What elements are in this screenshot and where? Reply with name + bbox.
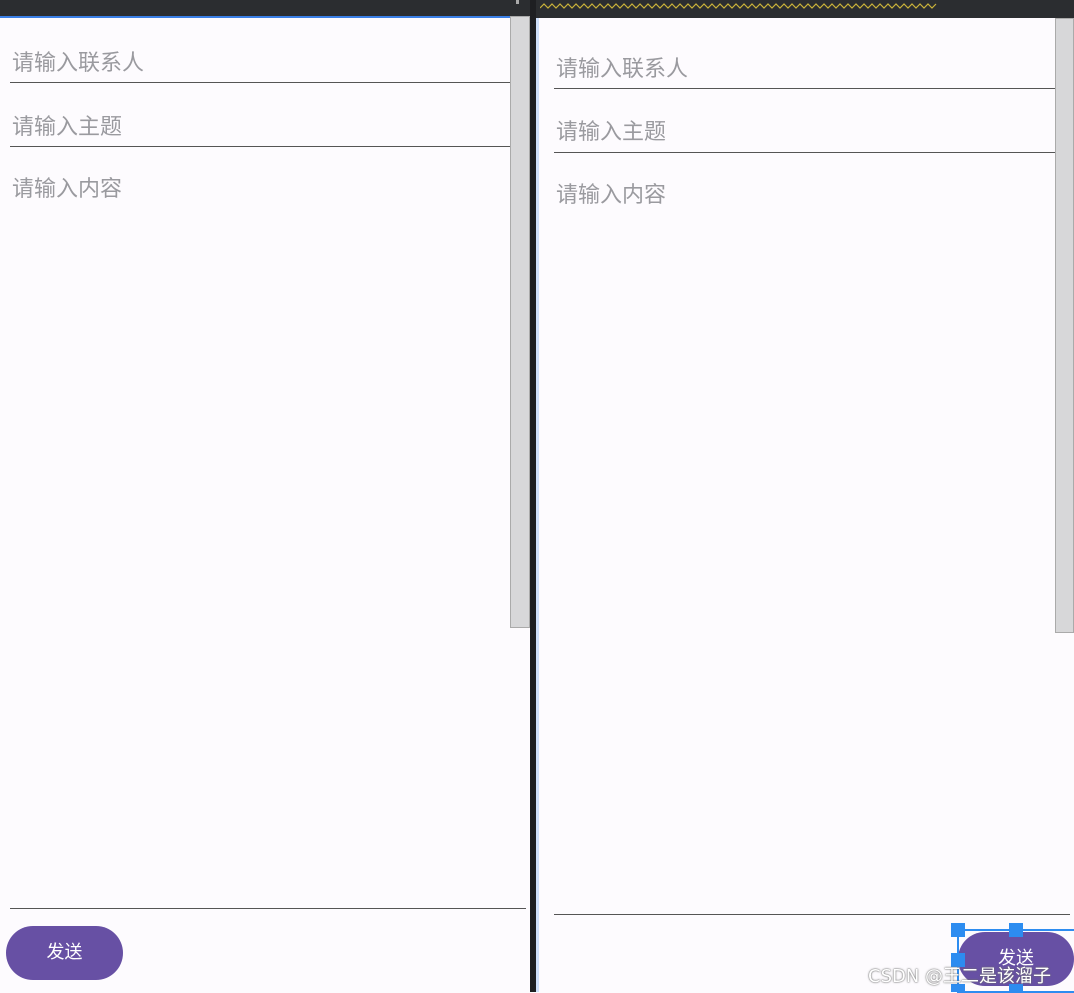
- subject-placeholder: 请输入主题: [12, 115, 123, 140]
- resize-grip-icon[interactable]: [516, 0, 519, 4]
- subject-input[interactable]: 请输入主题: [10, 112, 526, 147]
- contact-input[interactable]: 请输入联系人: [10, 48, 526, 83]
- left-preview-screen: 请输入联系人 请输入主题 请输入内容 发送: [0, 16, 530, 992]
- subject-placeholder: 请输入主题: [556, 120, 667, 145]
- editor-top-bar-left: [0, 0, 530, 16]
- content-placeholder: 请输入内容: [12, 177, 123, 202]
- warning-squiggle-icon: [540, 3, 937, 9]
- contact-input[interactable]: 请输入联系人: [554, 54, 1070, 89]
- content-input[interactable]: 请输入内容: [554, 182, 1070, 915]
- content-placeholder: 请输入内容: [556, 183, 667, 208]
- right-preview-screen: 请输入联系人 请输入主题 请输入内容: [539, 18, 1074, 992]
- contact-placeholder: 请输入联系人: [12, 51, 145, 76]
- scrollbar[interactable]: [510, 16, 530, 628]
- send-button[interactable]: 发送: [6, 926, 123, 980]
- watermark: CSDN @王二是该溜子: [868, 966, 1052, 987]
- resize-handle-icon[interactable]: [1009, 923, 1023, 937]
- resize-handle-icon[interactable]: [951, 923, 965, 937]
- scrollbar[interactable]: [1055, 18, 1074, 633]
- subject-input[interactable]: 请输入主题: [554, 117, 1070, 153]
- pane-divider[interactable]: [530, 0, 539, 992]
- content-input[interactable]: 请输入内容: [10, 176, 526, 909]
- contact-placeholder: 请输入联系人: [556, 57, 689, 82]
